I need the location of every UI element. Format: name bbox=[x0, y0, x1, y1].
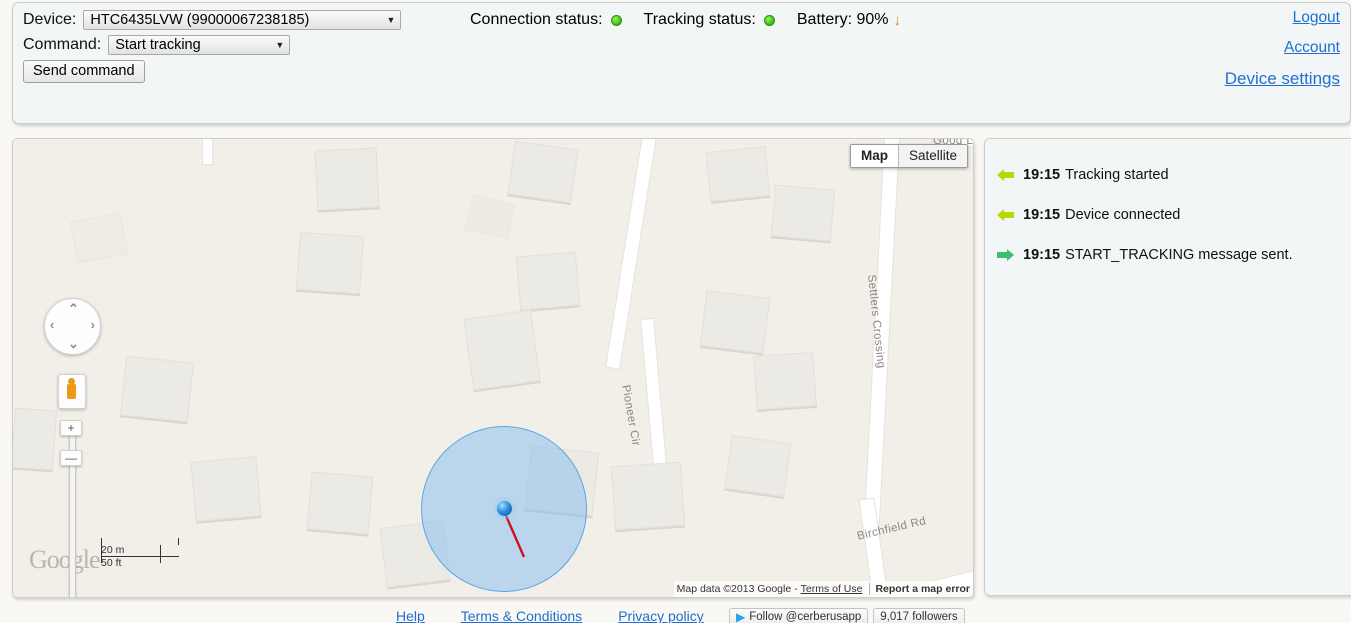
connection-status: Connection status: bbox=[470, 11, 622, 29]
chevron-down-icon: ▼ bbox=[275, 39, 285, 50]
command-select[interactable]: Start tracking ▼ bbox=[108, 35, 291, 55]
pegman-streetview-icon[interactable] bbox=[58, 374, 86, 409]
device-select-value: HTC6435LVW (99000067238185) bbox=[90, 11, 310, 28]
log-entry-text: START_TRACKING message sent. bbox=[1065, 247, 1293, 263]
twitter-follow-button[interactable]: ▶ Follow @cerberusapp bbox=[729, 608, 869, 623]
status-strip: Connection status: Tracking status: Batt… bbox=[470, 11, 923, 29]
pan-down-icon[interactable]: ⌄ bbox=[68, 336, 79, 352]
zoom-in-button[interactable]: + bbox=[60, 420, 82, 436]
twitter-bird-icon: ▶ bbox=[736, 610, 746, 623]
building bbox=[306, 471, 374, 535]
building bbox=[463, 309, 541, 391]
map-canvas[interactable]: Pioneer Cir Settlers Crossing Birchfield… bbox=[13, 139, 973, 597]
building bbox=[610, 461, 686, 531]
log-entry-time: 19:15 bbox=[1023, 247, 1061, 263]
building bbox=[705, 146, 771, 202]
street-label: Pioneer Cir bbox=[619, 384, 642, 448]
twitter-follow-label: Follow @cerberusapp bbox=[749, 611, 862, 623]
send-row: Send command bbox=[23, 60, 145, 83]
log-entry: 19:15 START_TRACKING message sent. bbox=[997, 247, 1351, 263]
map-scale: 20 m 50 ft bbox=[101, 538, 179, 569]
log-entry-text: Device connected bbox=[1065, 207, 1181, 223]
chevron-down-icon: ▼ bbox=[386, 14, 396, 25]
outgoing-arrow-icon bbox=[997, 249, 1014, 261]
device-settings-link[interactable]: Device settings bbox=[1225, 69, 1340, 89]
command-row: Command: Start tracking ▼ bbox=[23, 35, 291, 55]
pan-right-icon[interactable]: › bbox=[91, 317, 95, 332]
device-label: Device: bbox=[23, 11, 77, 28]
log-entry-text: Tracking started bbox=[1065, 167, 1169, 183]
account-links: Logout Account Device settings bbox=[1225, 9, 1340, 101]
twitter-widget: ▶ Follow @cerberusapp 9,017 followers bbox=[729, 608, 965, 623]
log-entry-time: 19:15 bbox=[1023, 207, 1061, 223]
log-entry-time: 19:15 bbox=[1023, 167, 1061, 183]
report-map-error-link[interactable]: Report a map error bbox=[869, 583, 970, 595]
building bbox=[13, 407, 58, 471]
building bbox=[69, 212, 129, 264]
pan-left-icon[interactable]: ‹ bbox=[50, 317, 54, 332]
pan-up-icon[interactable]: ⌃ bbox=[68, 301, 79, 317]
control-panel: Device: HTC6435LVW (99000067238185) ▼ Co… bbox=[12, 2, 1351, 124]
command-select-value: Start tracking bbox=[115, 36, 201, 53]
tracking-status-indicator-icon bbox=[763, 14, 775, 26]
terms-conditions-link[interactable]: Terms & Conditions bbox=[461, 608, 582, 623]
building bbox=[753, 351, 817, 411]
google-logo: Google bbox=[29, 545, 101, 574]
scale-metric-label: 20 m bbox=[101, 544, 125, 556]
command-label: Command: bbox=[23, 36, 102, 53]
building bbox=[464, 194, 516, 240]
connection-status-indicator-icon bbox=[610, 14, 622, 26]
twitter-follower-count[interactable]: 9,017 followers bbox=[873, 608, 965, 623]
privacy-policy-link[interactable]: Privacy policy bbox=[618, 608, 704, 623]
log-entry: 19:15 Tracking started bbox=[997, 167, 1351, 183]
terms-of-use-link[interactable]: Terms of Use bbox=[801, 583, 863, 595]
footer-links: Help Terms & Conditions Privacy policy bbox=[396, 608, 704, 623]
map-type-map-button[interactable]: Map bbox=[850, 145, 898, 167]
map-panel[interactable]: Pioneer Cir Settlers Crossing Birchfield… bbox=[12, 138, 974, 598]
battery-discharging-icon: ↓ bbox=[893, 11, 901, 29]
zoom-slider-handle[interactable]: — bbox=[60, 450, 82, 466]
map-type-satellite-button[interactable]: Satellite bbox=[897, 145, 967, 167]
building bbox=[699, 290, 771, 354]
incoming-arrow-icon bbox=[997, 209, 1014, 221]
current-position-marker-icon[interactable] bbox=[497, 501, 512, 516]
log-entry: 19:15 Device connected bbox=[997, 207, 1351, 223]
event-log-panel: 19:15 Tracking started 19:15 Device conn… bbox=[984, 138, 1351, 596]
building bbox=[724, 435, 792, 497]
device-row: Device: HTC6435LVW (99000067238185) ▼ bbox=[23, 10, 402, 30]
building bbox=[507, 140, 579, 204]
building bbox=[770, 184, 836, 242]
battery-status: Battery: 90% ↓ bbox=[797, 11, 901, 29]
building bbox=[120, 355, 194, 423]
building bbox=[296, 231, 364, 295]
track-path bbox=[502, 510, 526, 558]
tracking-status: Tracking status: bbox=[644, 11, 775, 29]
map-attribution: Map data ©2013 Google - Terms of Use Rep… bbox=[673, 581, 973, 597]
scale-imperial-label: 50 ft bbox=[101, 557, 122, 569]
account-link[interactable]: Account bbox=[1225, 39, 1340, 57]
incoming-arrow-icon bbox=[997, 169, 1014, 181]
logout-link[interactable]: Logout bbox=[1225, 9, 1340, 27]
app-page: Device: HTC6435LVW (99000067238185) ▼ Co… bbox=[0, 0, 1351, 623]
map-copyright: Map data ©2013 Google - bbox=[676, 583, 798, 595]
pan-control[interactable]: ⌃ ⌄ ‹ › bbox=[44, 298, 101, 355]
building bbox=[515, 251, 581, 311]
battery-status-label: Battery: 90% bbox=[796, 11, 889, 28]
building bbox=[314, 147, 380, 211]
tracking-status-label: Tracking status: bbox=[643, 11, 756, 28]
device-select[interactable]: HTC6435LVW (99000067238185) ▼ bbox=[83, 10, 402, 30]
connection-status-label: Connection status: bbox=[470, 11, 603, 28]
building bbox=[190, 456, 262, 522]
map-type-control[interactable]: Map Satellite bbox=[849, 144, 968, 168]
road-segment bbox=[203, 139, 212, 164]
page-footer: Help Terms & Conditions Privacy policy ▶… bbox=[0, 607, 1351, 623]
help-link[interactable]: Help bbox=[396, 608, 425, 623]
send-command-button[interactable]: Send command bbox=[23, 60, 145, 83]
